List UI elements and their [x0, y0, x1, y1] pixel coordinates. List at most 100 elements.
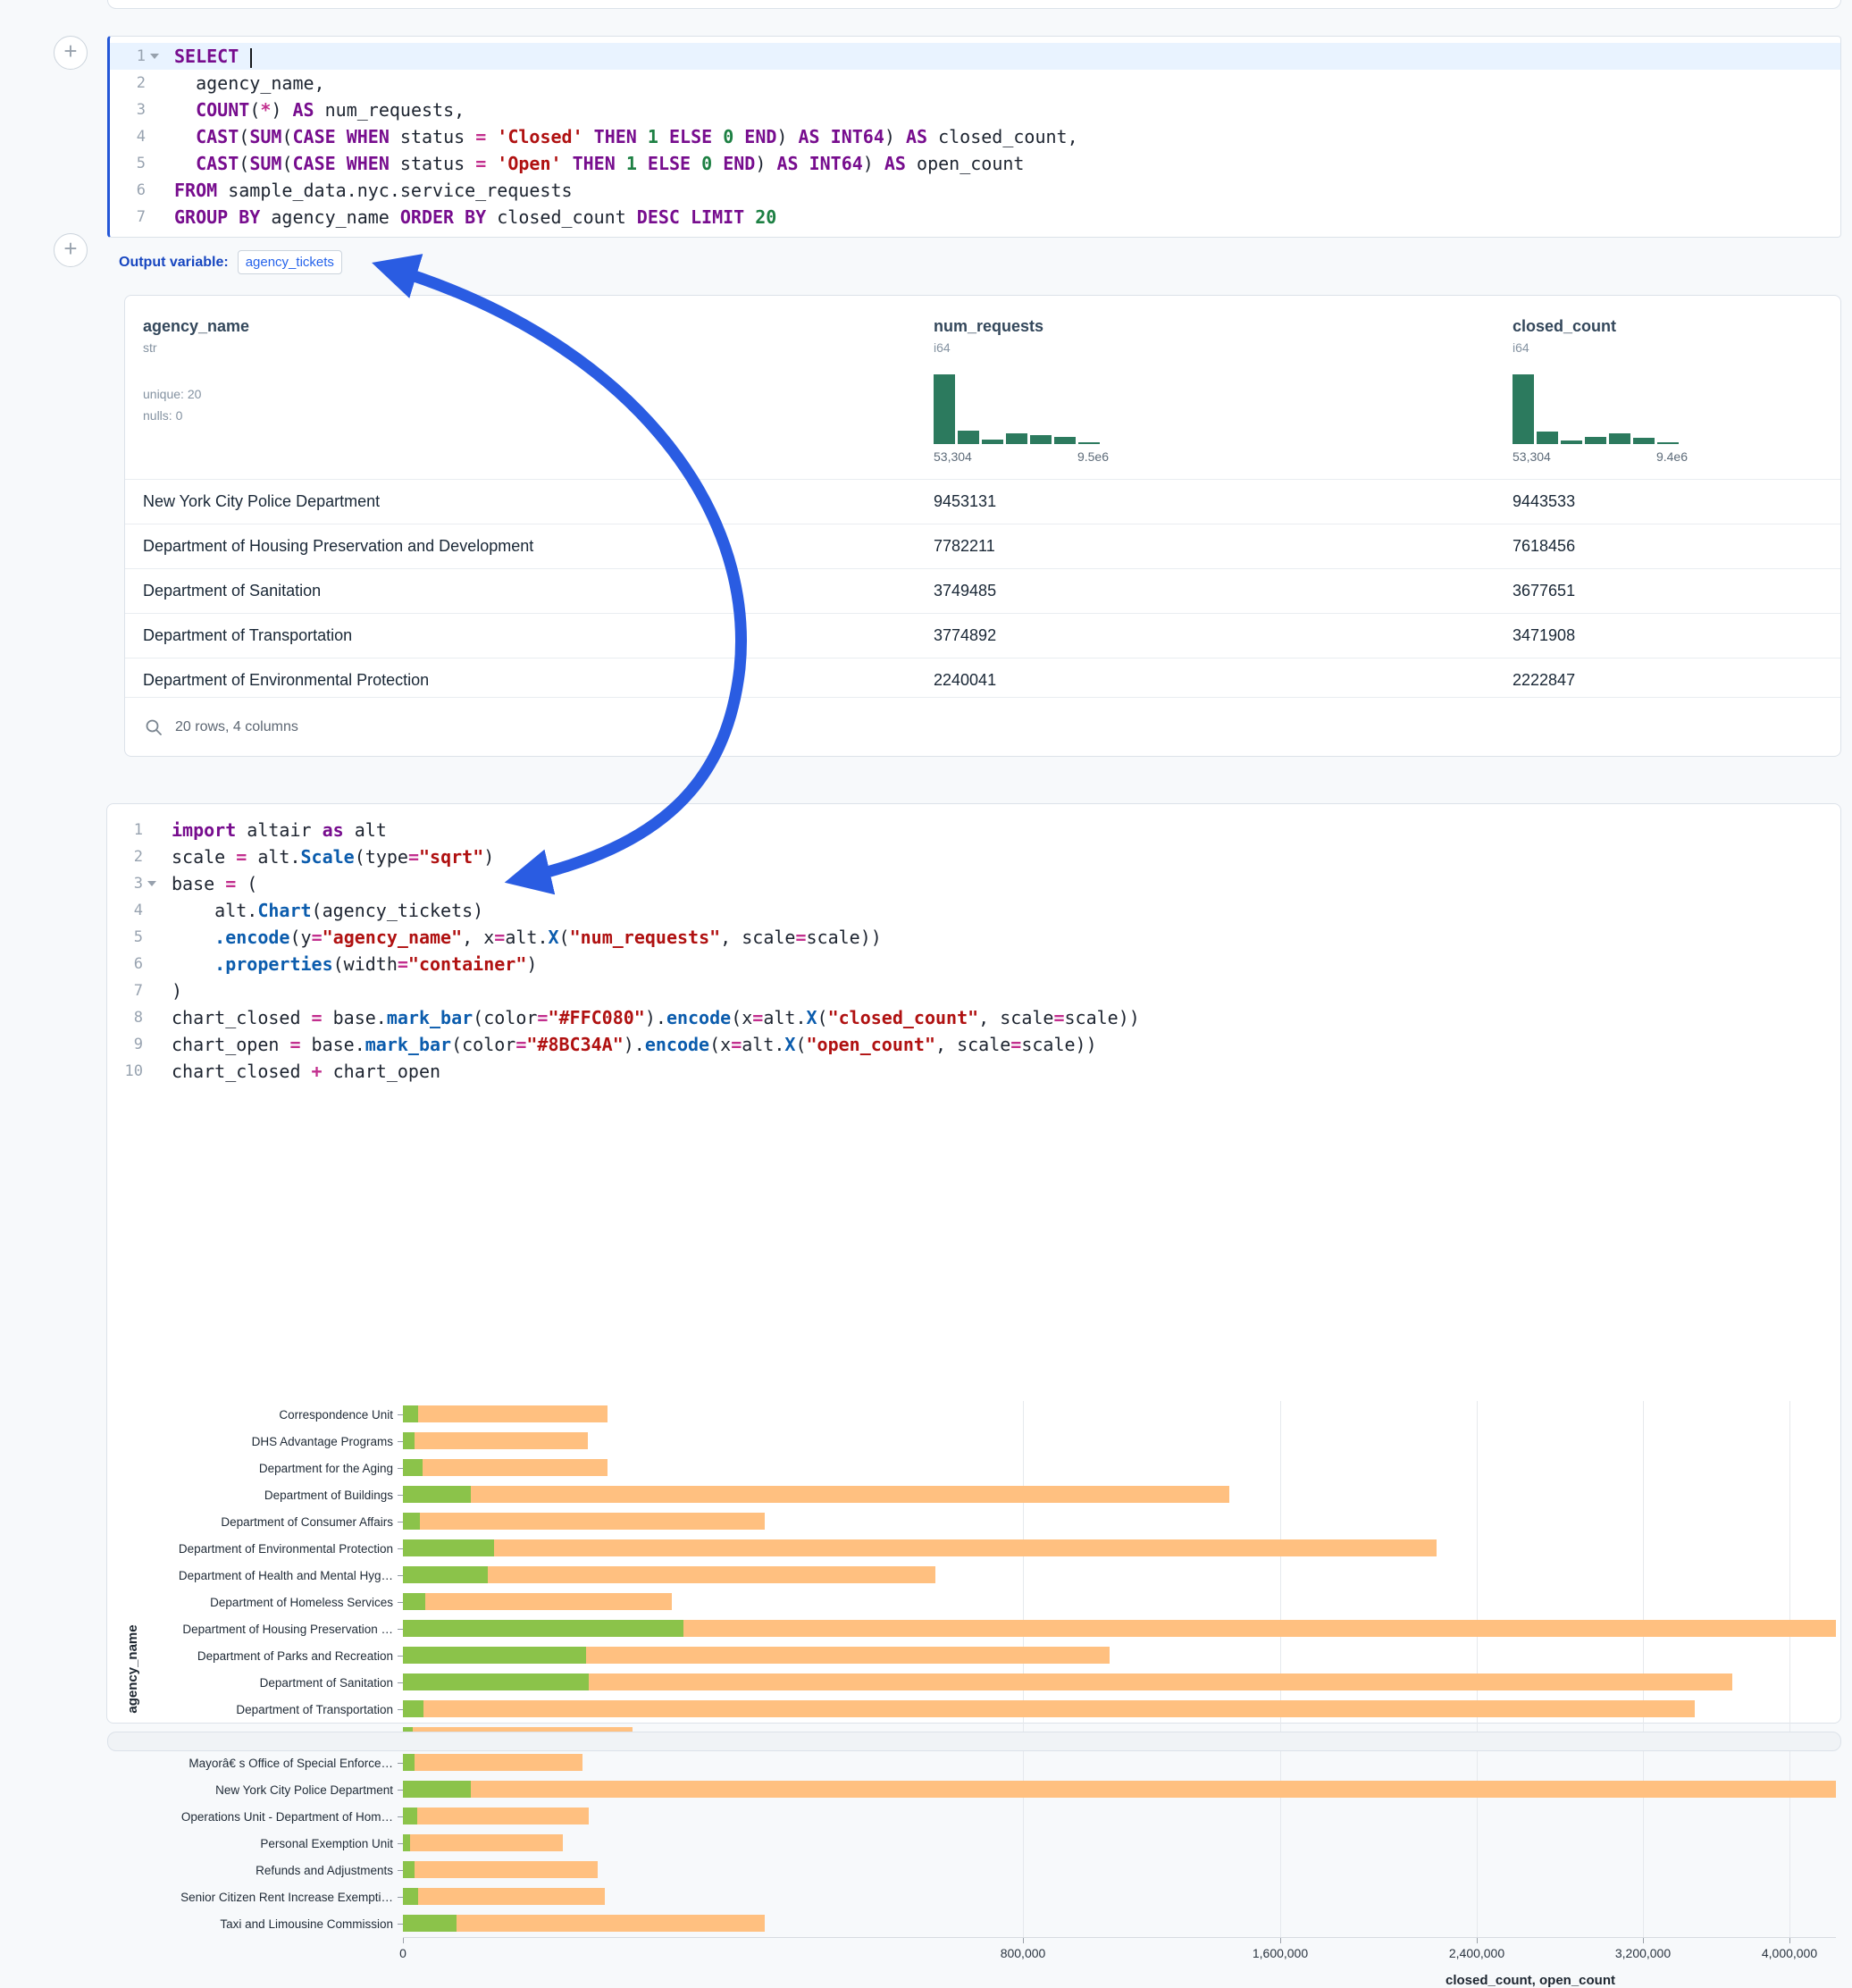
table-row: Department of Housing Preservation and D…: [125, 524, 1840, 568]
code-token: [336, 126, 347, 147]
code-line[interactable]: 5 .encode(y="agency_name", x=alt.X("num_…: [107, 924, 1840, 951]
code-token: =: [312, 927, 323, 948]
fold-chevron-icon[interactable]: [143, 870, 161, 897]
x-tick-mark: [1789, 1938, 1790, 1943]
code-token: "#FFC080": [548, 1007, 644, 1028]
code-line[interactable]: 3 COUNT(*) AS num_requests,: [110, 96, 1840, 123]
bar-open-count: [403, 1405, 418, 1422]
python-code-area[interactable]: 1import altair as alt2scale = alt.Scale(…: [107, 804, 1840, 1085]
x-tick-label: 3,200,000: [1615, 1946, 1671, 1960]
code-line[interactable]: 1import altair as alt: [107, 817, 1840, 843]
table-cell: 3749485: [934, 582, 1513, 600]
query-results-table: agency_name str unique: 20 nulls: 0 num_…: [124, 295, 1841, 757]
column-header-num-requests[interactable]: num_requests i64 53,304 9.5e6: [934, 317, 1043, 355]
code-token: CAST: [196, 153, 239, 174]
column-header-closed-count[interactable]: closed_count i64 53,304 9.4e6: [1513, 317, 1616, 355]
fold-chevron-icon[interactable]: [146, 43, 163, 70]
table-cell: 9453131: [934, 492, 1513, 511]
code-token: , scale: [978, 1007, 1053, 1028]
code-line[interactable]: 5 CAST(SUM(CASE WHEN status = 'Open' THE…: [110, 150, 1840, 177]
code-line[interactable]: 9chart_open = base.mark_bar(color="#8BC3…: [107, 1031, 1840, 1058]
column-header-agency-name[interactable]: agency_name str unique: 20 nulls: 0: [143, 317, 249, 426]
code-token: altair: [236, 819, 322, 841]
code-token: (: [559, 927, 570, 948]
code-token: "sqrt": [419, 846, 483, 868]
y-axis-label: Department of Transportation: [107, 1696, 403, 1723]
bar-closed-count: [403, 1486, 1229, 1503]
histogram-bar: [934, 374, 955, 444]
code-line[interactable]: 8chart_closed = base.mark_bar(color="#FF…: [107, 1004, 1840, 1031]
table-cell: 3471908: [1513, 626, 1840, 645]
y-axis-label: New York City Police Department: [107, 1776, 403, 1803]
code-token: alt: [344, 819, 387, 841]
bar-open-count: [403, 1808, 417, 1824]
gutter-spacer: [143, 843, 161, 870]
code-token: alt.: [763, 1007, 806, 1028]
code-line[interactable]: 7): [107, 977, 1840, 1004]
code-line[interactable]: 6 .properties(width="container"): [107, 951, 1840, 977]
code-token: END: [744, 126, 776, 147]
sql-editor-cell[interactable]: 1SELECT 2 agency_name,3 COUNT(*) AS num_…: [107, 36, 1841, 238]
histogram-bar: [1006, 433, 1027, 444]
y-axis-label: Department of Consumer Affairs: [107, 1508, 403, 1535]
code-token: LIMIT: [691, 206, 744, 228]
code-line[interactable]: 6FROM sample_data.nyc.service_requests: [110, 177, 1840, 204]
code-line[interactable]: 2scale = alt.Scale(type="sqrt"): [107, 843, 1840, 870]
sql-code-area[interactable]: 1SELECT 2 agency_name,3 COUNT(*) AS num_…: [110, 43, 1840, 231]
code-line[interactable]: 4 alt.Chart(agency_tickets): [107, 897, 1840, 924]
code-line[interactable]: 10chart_closed + chart_open: [107, 1058, 1840, 1085]
add-cell-button-top[interactable]: +: [54, 36, 88, 70]
add-cell-button-output[interactable]: +: [54, 233, 88, 267]
code-token: (type: [355, 846, 408, 868]
code-token: =: [494, 927, 505, 948]
histogram-bar: [1657, 442, 1679, 444]
code-line[interactable]: 7GROUP BY agency_name ORDER BY closed_co…: [110, 204, 1840, 231]
line-number: 4: [110, 123, 146, 150]
histogram-bar: [1513, 374, 1534, 444]
code-token: (: [817, 1007, 828, 1028]
python-chart-cell[interactable]: 1import altair as alt2scale = alt.Scale(…: [106, 803, 1841, 1724]
code-token: open_count: [906, 153, 1024, 174]
code-line[interactable]: 4 CAST(SUM(CASE WHEN status = 'Closed' T…: [110, 123, 1840, 150]
y-axis-label: DHS Advantage Programs: [107, 1428, 403, 1455]
code-token: =: [225, 873, 236, 894]
code-token: 0: [701, 153, 712, 174]
code-line[interactable]: 1SELECT: [110, 43, 1840, 70]
code-token: INT64: [831, 126, 884, 147]
column-name: num_requests: [934, 317, 1043, 336]
code-token: , scale: [935, 1034, 1010, 1055]
code-token: ): [863, 153, 884, 174]
bar-open-count: [403, 1432, 415, 1449]
code-line[interactable]: 2 agency_name,: [110, 70, 1840, 96]
histogram-range: 53,304 9.5e6: [934, 449, 1109, 464]
code-line[interactable]: 3base = (: [107, 870, 1840, 897]
code-token: (x: [709, 1034, 731, 1055]
previous-cell-edge: [107, 0, 1841, 9]
code-token: scale)): [807, 927, 882, 948]
code-token: =: [1010, 1034, 1021, 1055]
line-number: 2: [107, 843, 143, 870]
bar-open-count: [403, 1700, 423, 1717]
code-token: =: [1053, 1007, 1064, 1028]
code-token: CASE: [292, 126, 335, 147]
code-token: [799, 153, 809, 174]
code-token: alt.: [172, 900, 257, 921]
code-token: [658, 126, 669, 147]
chart-plot-area: [403, 1401, 1836, 1937]
y-axis-label: Department for the Aging: [107, 1455, 403, 1481]
code-token: chart_closed: [172, 1061, 312, 1082]
code-token: base.: [301, 1034, 365, 1055]
code-token: AS: [906, 126, 927, 147]
code-token: =: [236, 846, 247, 868]
code-token: [336, 153, 347, 174]
bar-open-count: [403, 1647, 586, 1664]
code-token: =: [515, 1034, 526, 1055]
search-icon[interactable]: [145, 718, 163, 736]
code-token: Chart: [257, 900, 311, 921]
line-number: 6: [107, 951, 143, 977]
code-token: =: [475, 126, 486, 147]
text-cursor: [250, 48, 252, 68]
gutter-spacer: [143, 951, 161, 977]
output-variable-pill[interactable]: agency_tickets: [238, 250, 342, 274]
code-token: ).: [624, 1034, 645, 1055]
